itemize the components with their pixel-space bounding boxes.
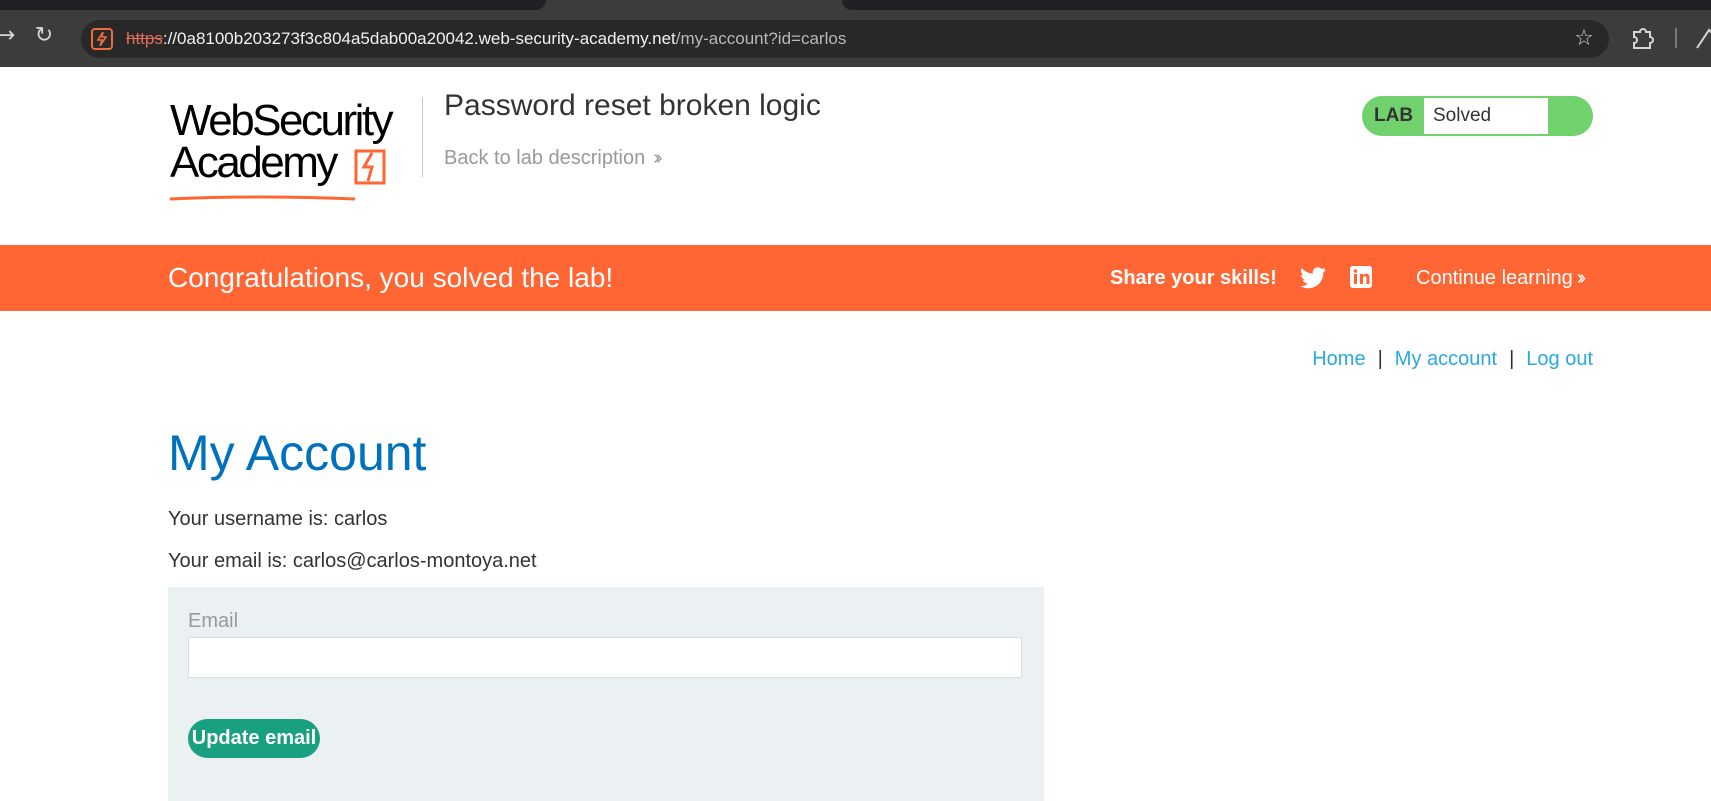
browser-toolbar: → ↻ https://0a8100b203273f3c804a5dab00a2… bbox=[0, 0, 1711, 67]
logo-bolt-icon bbox=[354, 149, 386, 185]
lab-status-label: LAB bbox=[1374, 105, 1414, 126]
email-label: Email bbox=[188, 610, 239, 632]
lab-title: Password reset broken logic bbox=[444, 89, 821, 122]
congratulations-message: Congratulations, you solved the lab! bbox=[168, 262, 614, 293]
home-link[interactable]: Home bbox=[1312, 348, 1365, 370]
reload-icon[interactable]: ↻ bbox=[30, 22, 58, 50]
back-link-label: Back to lab description bbox=[444, 147, 646, 169]
tab-strip bbox=[842, 0, 1711, 10]
nav-separator: | bbox=[1377, 348, 1383, 370]
toolbar-divider bbox=[1675, 28, 1677, 48]
continue-learning-label: Continue learning bbox=[1416, 267, 1573, 289]
logo-text-line2: Academy bbox=[170, 138, 338, 187]
congratulations-banner: Congratulations, you solved the lab! Sha… bbox=[0, 245, 1711, 311]
logo-text-line1: WebSecurity bbox=[170, 96, 394, 145]
url-scheme: https bbox=[126, 29, 163, 48]
address-bar[interactable]: https://0a8100b203273f3c804a5dab00a20042… bbox=[81, 20, 1609, 58]
url-text[interactable]: https://0a8100b203273f3c804a5dab00a20042… bbox=[126, 20, 846, 58]
update-email-button[interactable]: Update email bbox=[188, 719, 320, 758]
share-skills-label: Share your skills! bbox=[1110, 267, 1277, 289]
extensions-icon[interactable] bbox=[1628, 24, 1656, 52]
username-info: Your username is: carlos bbox=[168, 508, 388, 530]
header-divider bbox=[422, 97, 423, 177]
page-title: My Account bbox=[168, 425, 427, 481]
double-chevron-right-icon: ›› bbox=[1576, 267, 1587, 289]
log-out-link[interactable]: Log out bbox=[1526, 348, 1593, 370]
site-favicon-icon[interactable] bbox=[91, 28, 113, 50]
twitter-icon[interactable] bbox=[1300, 267, 1326, 289]
lab-header: WebSecurity Academy Password reset broke… bbox=[0, 67, 1711, 245]
continue-learning-link[interactable]: Continue learning ›› bbox=[1416, 245, 1587, 311]
double-chevron-right-icon: ›› bbox=[653, 147, 663, 169]
lab-status-value: Solved bbox=[1424, 98, 1548, 134]
lab-status-badge: LAB Solved bbox=[1362, 96, 1593, 136]
nav-separator: | bbox=[1509, 348, 1515, 370]
account-nav: Home | My account | Log out bbox=[1312, 348, 1593, 371]
update-email-form: Email Update email bbox=[168, 587, 1044, 801]
profile-icon[interactable] bbox=[1695, 24, 1711, 52]
logo-underline bbox=[170, 195, 355, 201]
email-field[interactable] bbox=[188, 637, 1022, 678]
forward-icon[interactable]: → bbox=[0, 22, 20, 50]
tab-strip bbox=[0, 0, 546, 10]
my-account-link[interactable]: My account bbox=[1395, 348, 1497, 370]
email-info: Your email is: carlos@carlos-montoya.net bbox=[168, 550, 537, 572]
url-path: /my-account?id=carlos bbox=[675, 29, 847, 48]
linkedin-icon[interactable] bbox=[1350, 266, 1372, 288]
web-security-academy-logo[interactable]: WebSecurity Academy bbox=[170, 95, 420, 201]
url-host: ://0a8100b203273f3c804a5dab00a20042.web-… bbox=[162, 29, 676, 48]
back-to-lab-description-link[interactable]: Back to lab description ›› bbox=[444, 147, 663, 170]
star-icon[interactable]: ☆ bbox=[1571, 26, 1597, 52]
